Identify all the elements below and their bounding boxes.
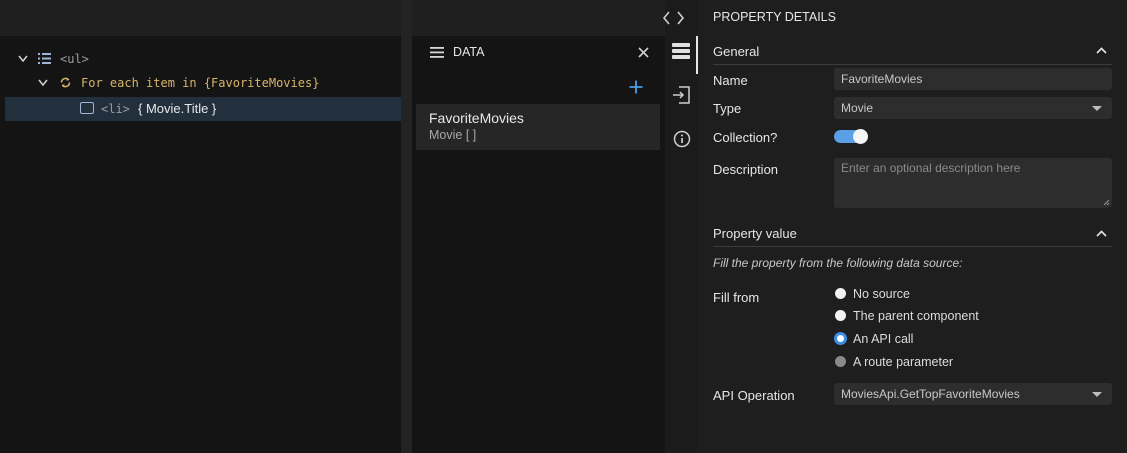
data-panel: [412, 36, 665, 453]
element-icon: [80, 102, 94, 114]
info-icon[interactable]: [673, 130, 691, 148]
chevron-up-icon[interactable]: [1096, 47, 1107, 54]
input-icon[interactable]: [672, 86, 691, 104]
active-tab-indicator: [696, 36, 698, 74]
api-operation-value: MoviesApi.GetTopFavoriteMovies: [841, 387, 1020, 401]
property-value-hint: Fill the property from the following dat…: [713, 256, 963, 270]
add-icon[interactable]: [629, 80, 643, 94]
radio-label: The parent component: [853, 309, 979, 323]
data-icon[interactable]: [672, 43, 690, 59]
tree-row-li[interactable]: <li> { Movie.Title }: [5, 97, 401, 121]
menu-icon[interactable]: [430, 47, 444, 58]
radio-circle[interactable]: [835, 288, 846, 299]
radio-parent-component[interactable]: The parent component: [834, 309, 1034, 325]
property-value-heading: Property value: [713, 226, 797, 241]
close-icon[interactable]: [638, 47, 649, 58]
radio-api-call[interactable]: An API call: [834, 332, 1034, 348]
tree-row-ul[interactable]: <ul>: [5, 47, 401, 71]
resize-handle-icon[interactable]: [1103, 199, 1110, 206]
side-rail: [665, 0, 697, 453]
radio-circle-selected[interactable]: [834, 332, 847, 345]
collection-label: Collection?: [713, 130, 778, 145]
description-label: Description: [713, 162, 779, 177]
panel-splitter[interactable]: [401, 0, 412, 453]
collection-toggle[interactable]: [834, 129, 868, 144]
tree-tag-ul: <ul>: [60, 52, 89, 66]
name-label: Name: [713, 73, 748, 88]
general-heading: General: [713, 44, 760, 59]
name-field[interactable]: FavoriteMovies: [834, 68, 1112, 90]
radio-route-parameter[interactable]: A route parameter: [834, 355, 1034, 371]
chevron-down-icon[interactable]: [18, 55, 28, 63]
foreach-label: For each item in {FavoriteMovies}: [81, 76, 320, 90]
radio-circle-disabled[interactable]: [835, 356, 846, 367]
loop-icon: [60, 77, 71, 88]
data-panel-title: DATA: [453, 45, 485, 59]
api-operation-label: API Operation: [713, 388, 795, 403]
radio-label: No source: [853, 287, 910, 301]
list-icon: [38, 53, 51, 64]
fill-from-label: Fill from: [713, 290, 760, 305]
toggle-knob: [853, 129, 868, 144]
dropdown-arrow-icon: [1092, 392, 1102, 397]
code-icon[interactable]: [663, 11, 685, 25]
details-title: PROPERTY DETAILS: [713, 10, 836, 24]
api-operation-select[interactable]: MoviesApi.GetTopFavoriteMovies: [834, 383, 1112, 405]
radio-no-source[interactable]: No source: [834, 287, 1034, 303]
tree-row-foreach[interactable]: For each item in {FavoriteMovies}: [5, 71, 401, 95]
general-section-header[interactable]: General: [713, 40, 1112, 65]
radio-label: An API call: [853, 332, 914, 346]
radio-circle[interactable]: [835, 310, 846, 321]
data-panel-header: [412, 0, 665, 36]
tree-tag-li: <li>: [101, 102, 130, 116]
data-item-name: FavoriteMovies: [429, 110, 524, 126]
description-textarea[interactable]: Enter an optional description here: [834, 158, 1112, 208]
chevron-down-icon[interactable]: [38, 79, 48, 87]
chevron-up-icon[interactable]: [1096, 230, 1107, 237]
data-item[interactable]: FavoriteMovies Movie [ ]: [416, 104, 660, 150]
dropdown-arrow-icon: [1092, 106, 1102, 111]
type-select[interactable]: Movie: [834, 97, 1112, 119]
li-content: { Movie.Title }: [138, 101, 217, 116]
radio-label: A route parameter: [853, 355, 954, 369]
property-value-section-header[interactable]: Property value: [713, 222, 1112, 247]
type-label: Type: [713, 101, 742, 116]
type-select-value: Movie: [841, 101, 874, 115]
description-placeholder: Enter an optional description here: [841, 161, 1021, 175]
data-item-type: Movie [ ]: [429, 128, 477, 142]
